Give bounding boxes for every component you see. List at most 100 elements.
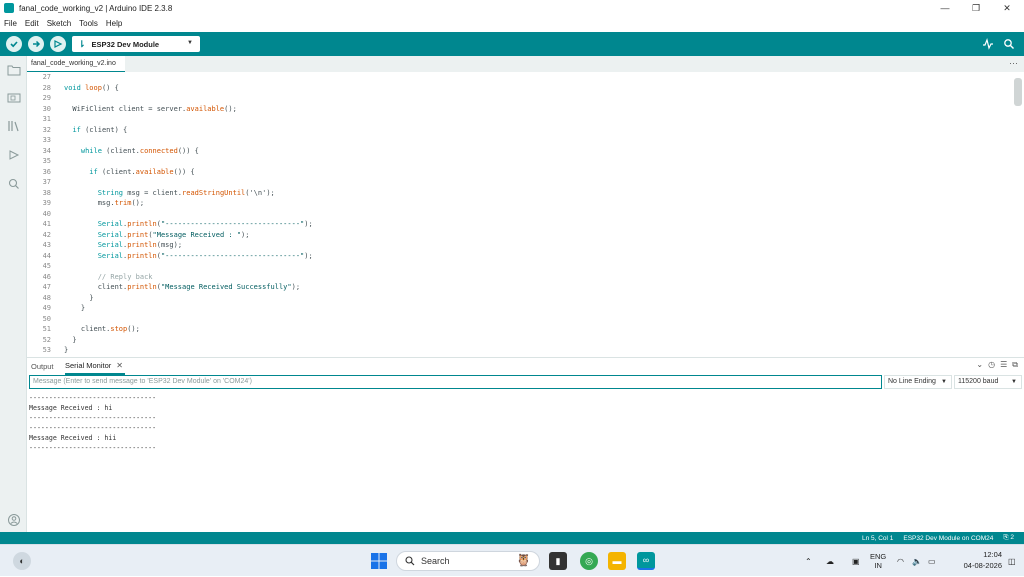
line-number: 32 <box>42 125 51 134</box>
code-editor[interactable]: 27 28 void loop() {29 30 WiFiClient client … <box>27 72 1012 356</box>
toolbar: ⇂ ESP32 Dev Module ▼ <box>0 32 1024 56</box>
library-manager-icon[interactable] <box>6 118 21 133</box>
code-line[interactable]: 43 Serial.println(msg); <box>27 240 1012 251</box>
cloud-icon[interactable]: ☁ <box>826 545 834 577</box>
weather-icon[interactable]: ◐ <box>13 552 31 570</box>
arduino-taskbar-icon[interactable]: ∞ <box>637 552 655 570</box>
serial-monitor-button[interactable] <box>1003 32 1015 56</box>
maximize-button[interactable]: ❐ <box>961 0 991 16</box>
code-line[interactable]: 46 // Reply back <box>27 272 1012 283</box>
serial-line: -------------------------------- <box>29 414 157 422</box>
minimize-button[interactable]: — <box>930 0 960 16</box>
clear-output-icon[interactable]: ☰ <box>1000 360 1007 370</box>
line-number: 49 <box>42 304 51 312</box>
more-icon[interactable]: ··· <box>1009 58 1018 68</box>
code-line[interactable]: 48 } <box>27 293 1012 304</box>
line-number: 44 <box>42 251 51 260</box>
battery-icon[interactable]: ▭ <box>928 545 936 577</box>
close-button[interactable]: ✕ <box>992 0 1022 16</box>
code-line[interactable]: 44 Serial.println("---------------------… <box>27 251 1012 262</box>
code-line[interactable]: 38 String msg = client.readStringUntil('… <box>27 188 1012 199</box>
notifications[interactable]: ⎘ 2 <box>1003 534 1014 542</box>
menu-help[interactable]: Help <box>106 19 122 28</box>
volume-icon[interactable]: 🔈 <box>912 545 922 577</box>
serial-message-input[interactable]: Message (Enter to send message to 'ESP32… <box>29 375 882 389</box>
code-line[interactable]: 35 <box>27 156 1012 167</box>
code-line[interactable]: 32 if (client) { <box>27 125 1012 136</box>
menu-tools[interactable]: Tools <box>79 19 98 28</box>
code-text: Serial.println("------------------------… <box>97 220 313 228</box>
editor-scrollbar[interactable] <box>1012 72 1024 356</box>
chevron-down-icon[interactable]: ⌄ <box>976 360 983 370</box>
tab-output[interactable]: Output <box>31 358 54 375</box>
search-label: Search <box>421 556 450 566</box>
taskbar-clock[interactable]: 12:04 04-08-2026 <box>952 549 1002 571</box>
cursor-position[interactable]: Ln 5, Col 1 <box>862 535 893 542</box>
serial-tab-label: Serial Monitor <box>65 361 112 370</box>
tab-sketch-file[interactable]: fanal_code_working_v2.ino <box>27 56 125 72</box>
debug-button[interactable] <box>50 36 66 52</box>
code-text: String msg = client.readStringUntil('\n'… <box>97 188 275 197</box>
code-line[interactable]: 41 Serial.println("---------------------… <box>27 219 1012 230</box>
usb-icon: ⇂ <box>78 38 86 49</box>
code-line[interactable]: 52 } <box>27 335 1012 346</box>
status-bar: Ln 5, Col 1 ESP32 Dev Module on COM24 ⎘ … <box>0 532 1024 544</box>
clock-icon[interactable]: ◷ <box>988 360 995 370</box>
baud-rate-select[interactable]: 115200 baud ▼ <box>954 375 1022 389</box>
code-line[interactable]: 42 Serial.print("Message Received : "); <box>27 230 1012 241</box>
code-line[interactable]: 39 msg.trim(); <box>27 198 1012 209</box>
show-hidden-icons[interactable]: ⌃ <box>805 545 812 577</box>
folder-icon[interactable] <box>6 62 21 77</box>
menu-sketch[interactable]: Sketch <box>47 19 71 28</box>
code-line[interactable]: 31 <box>27 114 1012 125</box>
search-icon <box>405 556 415 566</box>
board-port-status[interactable]: ESP32 Dev Module on COM24 <box>903 535 993 542</box>
arduino-app-icon <box>4 3 14 13</box>
wifi-icon[interactable]: ◠ <box>897 545 904 577</box>
menu-file[interactable]: File <box>4 19 17 28</box>
scrollbar-thumb[interactable] <box>1014 78 1022 106</box>
tab-serial-monitor[interactable]: Serial Monitor ✕ <box>65 358 125 375</box>
language-indicator[interactable]: ENG IN <box>870 545 886 577</box>
code-line[interactable]: 33 <box>27 135 1012 146</box>
owl-widget-icon: 🦉 <box>516 553 531 567</box>
windows-start-icon[interactable] <box>370 552 388 570</box>
code-line[interactable]: 34 while (client.connected()) { <box>27 146 1012 157</box>
code-line[interactable]: 40 <box>27 209 1012 220</box>
notification-center-icon[interactable]: ◫ <box>1008 545 1016 577</box>
code-line[interactable]: 51 client.stop(); <box>27 324 1012 335</box>
code-line[interactable]: 37 <box>27 177 1012 188</box>
close-tab-icon[interactable]: ✕ <box>116 361 123 370</box>
chrome-icon[interactable]: ◎ <box>580 552 598 570</box>
board-manager-icon[interactable] <box>6 90 21 105</box>
serial-line: Message Received : hii <box>29 434 117 442</box>
search-icon[interactable] <box>6 176 21 191</box>
line-number: 53 <box>42 346 51 354</box>
line-number: 52 <box>42 335 51 344</box>
taskbar-search[interactable]: Search 🦉 <box>396 551 540 571</box>
serial-output: -------------------------------- Message… <box>29 393 1009 528</box>
code-text: } <box>64 335 77 344</box>
serial-plotter-button[interactable] <box>982 32 994 56</box>
system-tray-icon[interactable]: ▣ <box>852 545 860 577</box>
upload-button[interactable] <box>28 36 44 52</box>
code-line[interactable]: 53} <box>27 345 1012 356</box>
board-selector[interactable]: ⇂ ESP32 Dev Module ▼ <box>72 36 200 52</box>
folder-icon[interactable]: ▬ <box>608 552 626 570</box>
copy-icon[interactable]: ⧉ <box>1012 360 1018 370</box>
verify-button[interactable] <box>6 36 22 52</box>
code-line[interactable]: 36 if (client.available()) { <box>27 167 1012 178</box>
menu-edit[interactable]: Edit <box>25 19 39 28</box>
line-ending-select[interactable]: No Line Ending ▼ <box>884 375 952 389</box>
code-line[interactable]: 49 } <box>27 303 1012 314</box>
code-line[interactable]: 27 <box>27 72 1012 83</box>
code-line[interactable]: 50 <box>27 314 1012 325</box>
code-line[interactable]: 30 WiFiClient client = server.available(… <box>27 104 1012 115</box>
file-manager-icon[interactable]: ▮ <box>549 552 567 570</box>
account-icon[interactable] <box>6 512 21 527</box>
code-line[interactable]: 45 <box>27 261 1012 272</box>
code-line[interactable]: 28 void loop() { <box>27 83 1012 94</box>
code-line[interactable]: 29 <box>27 93 1012 104</box>
code-line[interactable]: 47 client.println("Message Received Succ… <box>27 282 1012 293</box>
debug-panel-icon[interactable] <box>6 147 21 162</box>
